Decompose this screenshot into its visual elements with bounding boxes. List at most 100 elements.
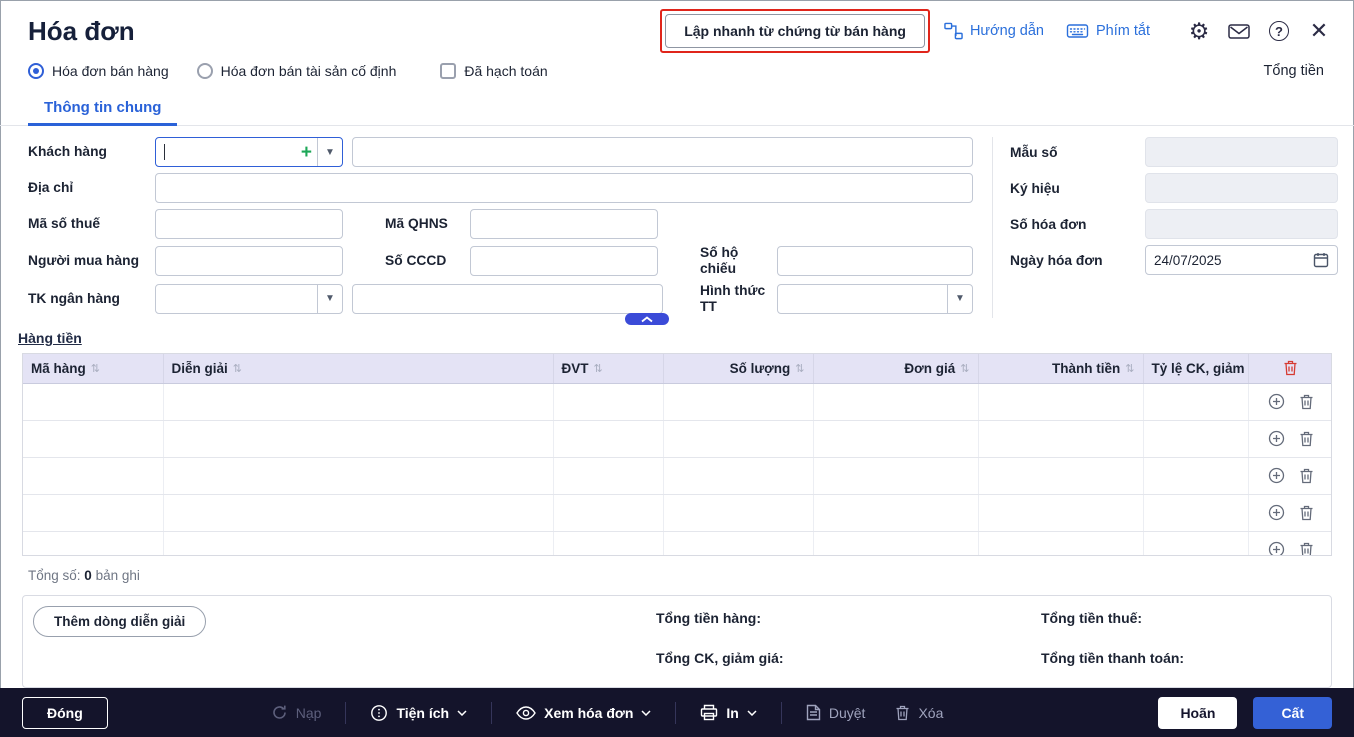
cell-unit[interactable] <box>553 420 663 457</box>
postpone-button[interactable]: Hoãn <box>1158 697 1237 729</box>
col-amount[interactable]: Thành tiền <box>1052 361 1120 376</box>
cell-unit[interactable] <box>553 531 663 556</box>
cell-unit[interactable] <box>553 494 663 531</box>
col-description[interactable]: Diễn giải <box>172 361 228 376</box>
tab-general-info[interactable]: Thông tin chung <box>28 88 177 125</box>
cell-unit-price[interactable] <box>813 531 978 556</box>
reload-button[interactable]: Nạp <box>271 704 322 721</box>
radio-sales-invoice[interactable]: Hóa đơn bán hàng <box>28 63 169 79</box>
checkbox-posted[interactable]: Đã hạch toán <box>440 63 547 79</box>
cell-item-code[interactable] <box>23 383 163 420</box>
col-item-code[interactable]: Mã hàng <box>31 361 86 376</box>
cell-discount-rate[interactable] <box>1143 383 1248 420</box>
delete-row-icon[interactable] <box>1299 431 1314 447</box>
address-input[interactable] <box>155 173 973 203</box>
invoice-date-input[interactable]: 24/07/2025 <box>1145 245 1338 275</box>
col-discount-rate[interactable]: Tỷ lệ CK, giảm <box>1152 361 1245 376</box>
sort-icon[interactable]: ⇅ <box>1125 362 1134 375</box>
cell-unit[interactable] <box>553 457 663 494</box>
bank-account-combo[interactable]: ▼ <box>155 284 343 314</box>
cell-quantity[interactable] <box>663 457 813 494</box>
radio-fixed-asset-invoice[interactable]: Hóa đơn bán tài sản cố định <box>197 63 397 79</box>
add-row-icon[interactable] <box>1268 430 1285 447</box>
payment-method-combo[interactable]: ▼ <box>777 284 973 314</box>
add-row-icon[interactable] <box>1268 541 1285 556</box>
quick-create-button[interactable]: Lập nhanh từ chứng từ bán hàng <box>665 14 925 48</box>
cell-quantity[interactable] <box>663 383 813 420</box>
customer-code-combo[interactable]: + ▼ <box>155 137 343 167</box>
cell-quantity[interactable] <box>663 420 813 457</box>
settings-gear-icon[interactable]: ⚙ <box>1186 18 1212 44</box>
delete-button[interactable]: Xóa <box>895 705 943 721</box>
sort-icon[interactable]: ⇅ <box>91 362 100 375</box>
mail-icon[interactable] <box>1226 18 1252 44</box>
customer-name-input[interactable] <box>352 137 973 167</box>
cell-unit-price[interactable] <box>813 383 978 420</box>
delete-row-icon[interactable] <box>1299 394 1314 410</box>
cell-description[interactable] <box>163 383 553 420</box>
add-customer-icon[interactable]: + <box>301 143 312 162</box>
cell-unit-price[interactable] <box>813 494 978 531</box>
cell-discount-rate[interactable] <box>1143 531 1248 556</box>
cell-quantity[interactable] <box>663 531 813 556</box>
col-quantity[interactable]: Số lượng <box>730 361 791 376</box>
sort-icon[interactable]: ⇅ <box>233 362 242 375</box>
delete-all-rows-icon[interactable] <box>1283 360 1298 376</box>
cell-description[interactable] <box>163 494 553 531</box>
delete-row-icon[interactable] <box>1299 505 1314 521</box>
add-row-icon[interactable] <box>1268 393 1285 410</box>
qhns-code-input[interactable] <box>470 209 658 239</box>
utilities-menu[interactable]: Tiện ích <box>370 704 467 722</box>
invoice-type-options: Hóa đơn bán hàng Hóa đơn bán tài sản cố … <box>0 54 1354 88</box>
cell-discount-rate[interactable] <box>1143 494 1248 531</box>
cell-item-code[interactable] <box>23 531 163 556</box>
help-icon[interactable]: ? <box>1266 18 1292 44</box>
delete-row-icon[interactable] <box>1299 468 1314 484</box>
cell-amount[interactable] <box>978 383 1143 420</box>
cell-quantity[interactable] <box>663 494 813 531</box>
cell-description[interactable] <box>163 457 553 494</box>
cell-unit-price[interactable] <box>813 420 978 457</box>
cell-discount-rate[interactable] <box>1143 420 1248 457</box>
cell-discount-rate[interactable] <box>1143 457 1248 494</box>
cell-unit-price[interactable] <box>813 457 978 494</box>
cell-item-code[interactable] <box>23 457 163 494</box>
items-section-link[interactable]: Hàng tiền <box>18 330 82 346</box>
add-note-row-button[interactable]: Thêm dòng diễn giải <box>33 606 206 637</box>
cell-item-code[interactable] <box>23 494 163 531</box>
cell-amount[interactable] <box>978 457 1143 494</box>
add-row-icon[interactable] <box>1268 467 1285 484</box>
cell-amount[interactable] <box>978 420 1143 457</box>
close-icon[interactable]: ✕ <box>1306 18 1332 44</box>
cell-amount[interactable] <box>978 494 1143 531</box>
col-unit[interactable]: ĐVT <box>562 361 589 376</box>
cell-unit[interactable] <box>553 383 663 420</box>
shortcut-link[interactable]: Phím tắt <box>1066 23 1150 39</box>
chevron-down-icon[interactable]: ▼ <box>947 285 972 313</box>
sort-icon[interactable]: ⇅ <box>795 362 804 375</box>
add-row-icon[interactable] <box>1268 504 1285 521</box>
chevron-down-icon[interactable]: ▼ <box>317 138 342 166</box>
cell-amount[interactable] <box>978 531 1143 556</box>
view-invoice-menu[interactable]: Xem hóa đơn <box>516 705 651 721</box>
bank-name-input[interactable] <box>352 284 663 314</box>
approve-button[interactable]: Duyệt <box>806 704 866 721</box>
tax-code-input[interactable] <box>155 209 343 239</box>
cell-description[interactable] <box>163 531 553 556</box>
save-button[interactable]: Cất <box>1253 697 1332 729</box>
close-button[interactable]: Đóng <box>22 697 108 729</box>
citizen-id-input[interactable] <box>470 246 658 276</box>
delete-row-icon[interactable] <box>1299 542 1314 557</box>
collapse-form-button[interactable] <box>625 313 669 325</box>
guide-link[interactable]: Hướng dẫn <box>944 22 1044 40</box>
sort-icon[interactable]: ⇅ <box>594 362 603 375</box>
print-menu[interactable]: In <box>700 704 756 721</box>
sort-icon[interactable]: ⇅ <box>960 362 969 375</box>
passport-input[interactable] <box>777 246 973 276</box>
buyer-input[interactable] <box>155 246 343 276</box>
cell-description[interactable] <box>163 420 553 457</box>
chevron-down-icon[interactable]: ▼ <box>317 285 342 313</box>
calendar-icon[interactable] <box>1313 252 1329 268</box>
col-unit-price[interactable]: Đơn giá <box>904 361 955 376</box>
cell-item-code[interactable] <box>23 420 163 457</box>
